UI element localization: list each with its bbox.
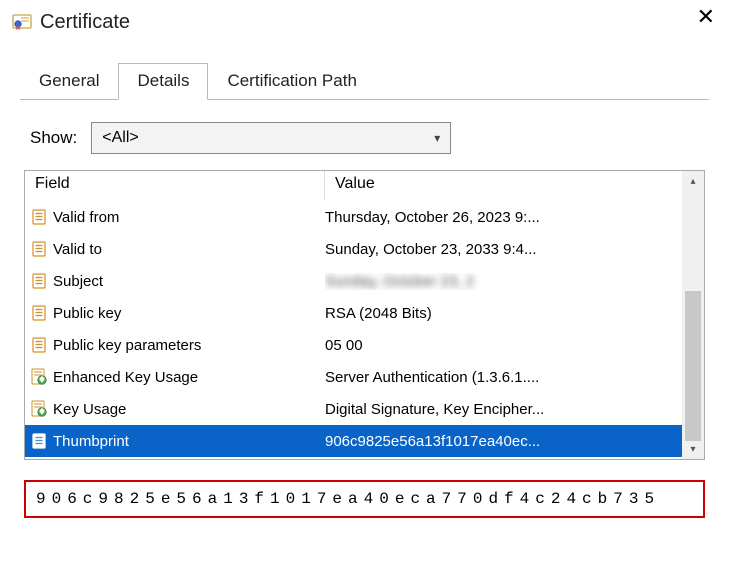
list-row[interactable]: Public keyRSA (2048 Bits) — [25, 297, 682, 329]
field-name: Valid from — [53, 209, 325, 226]
field-value: Server Authentication (1.3.6.1.... — [325, 369, 682, 386]
field-value: Thursday, October 26, 2023 9:... — [325, 209, 682, 226]
window-title: Certificate — [40, 11, 130, 34]
field-name: Thumbprint — [53, 433, 325, 450]
list-row[interactable]: Thumbprint906c9825e56a13f1017ea40ec... — [25, 425, 682, 457]
field-name: Public key parameters — [53, 337, 325, 354]
scrollbar-vertical[interactable]: ▴ ▾ — [682, 171, 704, 459]
show-filter-value: <All> — [102, 129, 138, 147]
list-row[interactable]: Valid toSunday, October 23, 2033 9:4... — [25, 233, 682, 265]
column-header-value[interactable]: Value — [325, 171, 682, 200]
scroll-thumb[interactable] — [685, 291, 701, 441]
title-bar: Certificate ✕ — [0, 0, 729, 44]
tab-certification-path[interactable]: Certification Path — [208, 63, 375, 100]
list-row[interactable]: SubjectSunday, October 23, 2 — [25, 265, 682, 297]
field-name: Public key — [53, 305, 325, 322]
property-icon — [25, 240, 53, 258]
field-value: RSA (2048 Bits) — [325, 305, 682, 322]
extension-icon — [25, 400, 53, 418]
field-name: Key Usage — [53, 401, 325, 418]
property-icon — [25, 432, 53, 450]
scroll-down-icon[interactable]: ▾ — [682, 439, 704, 459]
tab-strip: General Details Certification Path — [20, 62, 709, 100]
list-row[interactable]: Public key parameters05 00 — [25, 329, 682, 361]
thumbprint-full-value: 906c9825e56a13f1017ea40eca770df4c24cb735 — [36, 490, 660, 508]
tab-general[interactable]: General — [20, 63, 118, 100]
field-value: Digital Signature, Key Encipher... — [325, 401, 682, 418]
field-value: 05 00 — [325, 337, 682, 354]
field-value: 906c9825e56a13f1017ea40ec... — [325, 433, 682, 450]
column-header-field[interactable]: Field — [25, 171, 325, 200]
field-value: Sunday, October 23, 2033 9:4... — [325, 241, 682, 258]
thumbprint-detail-box: 906c9825e56a13f1017ea40eca770df4c24cb735 — [24, 480, 705, 518]
show-row: Show: <All> ▾ — [30, 122, 709, 154]
list-row[interactable]: Key UsageDigital Signature, Key Encipher… — [25, 393, 682, 425]
field-name: Subject — [53, 273, 325, 290]
close-button[interactable]: ✕ — [697, 6, 715, 28]
property-icon — [25, 336, 53, 354]
field-name: Enhanced Key Usage — [53, 369, 325, 386]
field-value: Sunday, October 23, 2 — [325, 273, 682, 290]
show-label: Show: — [30, 128, 77, 148]
tab-details[interactable]: Details — [118, 63, 208, 100]
field-name: Valid to — [53, 241, 325, 258]
property-icon — [25, 208, 53, 226]
scroll-track[interactable] — [682, 191, 704, 439]
list-row[interactable]: Enhanced Key UsageServer Authentication … — [25, 361, 682, 393]
extension-icon — [25, 368, 53, 386]
fields-list: Field Value Valid fromThursday, October … — [24, 170, 705, 460]
property-icon — [25, 304, 53, 322]
chevron-down-icon: ▾ — [434, 131, 440, 145]
certificate-icon — [12, 12, 32, 32]
list-row[interactable]: Valid fromThursday, October 26, 2023 9:.… — [25, 201, 682, 233]
show-filter-select[interactable]: <All> ▾ — [91, 122, 451, 154]
scroll-up-icon[interactable]: ▴ — [682, 171, 704, 191]
property-icon — [25, 272, 53, 290]
list-header: Field Value — [25, 171, 682, 201]
